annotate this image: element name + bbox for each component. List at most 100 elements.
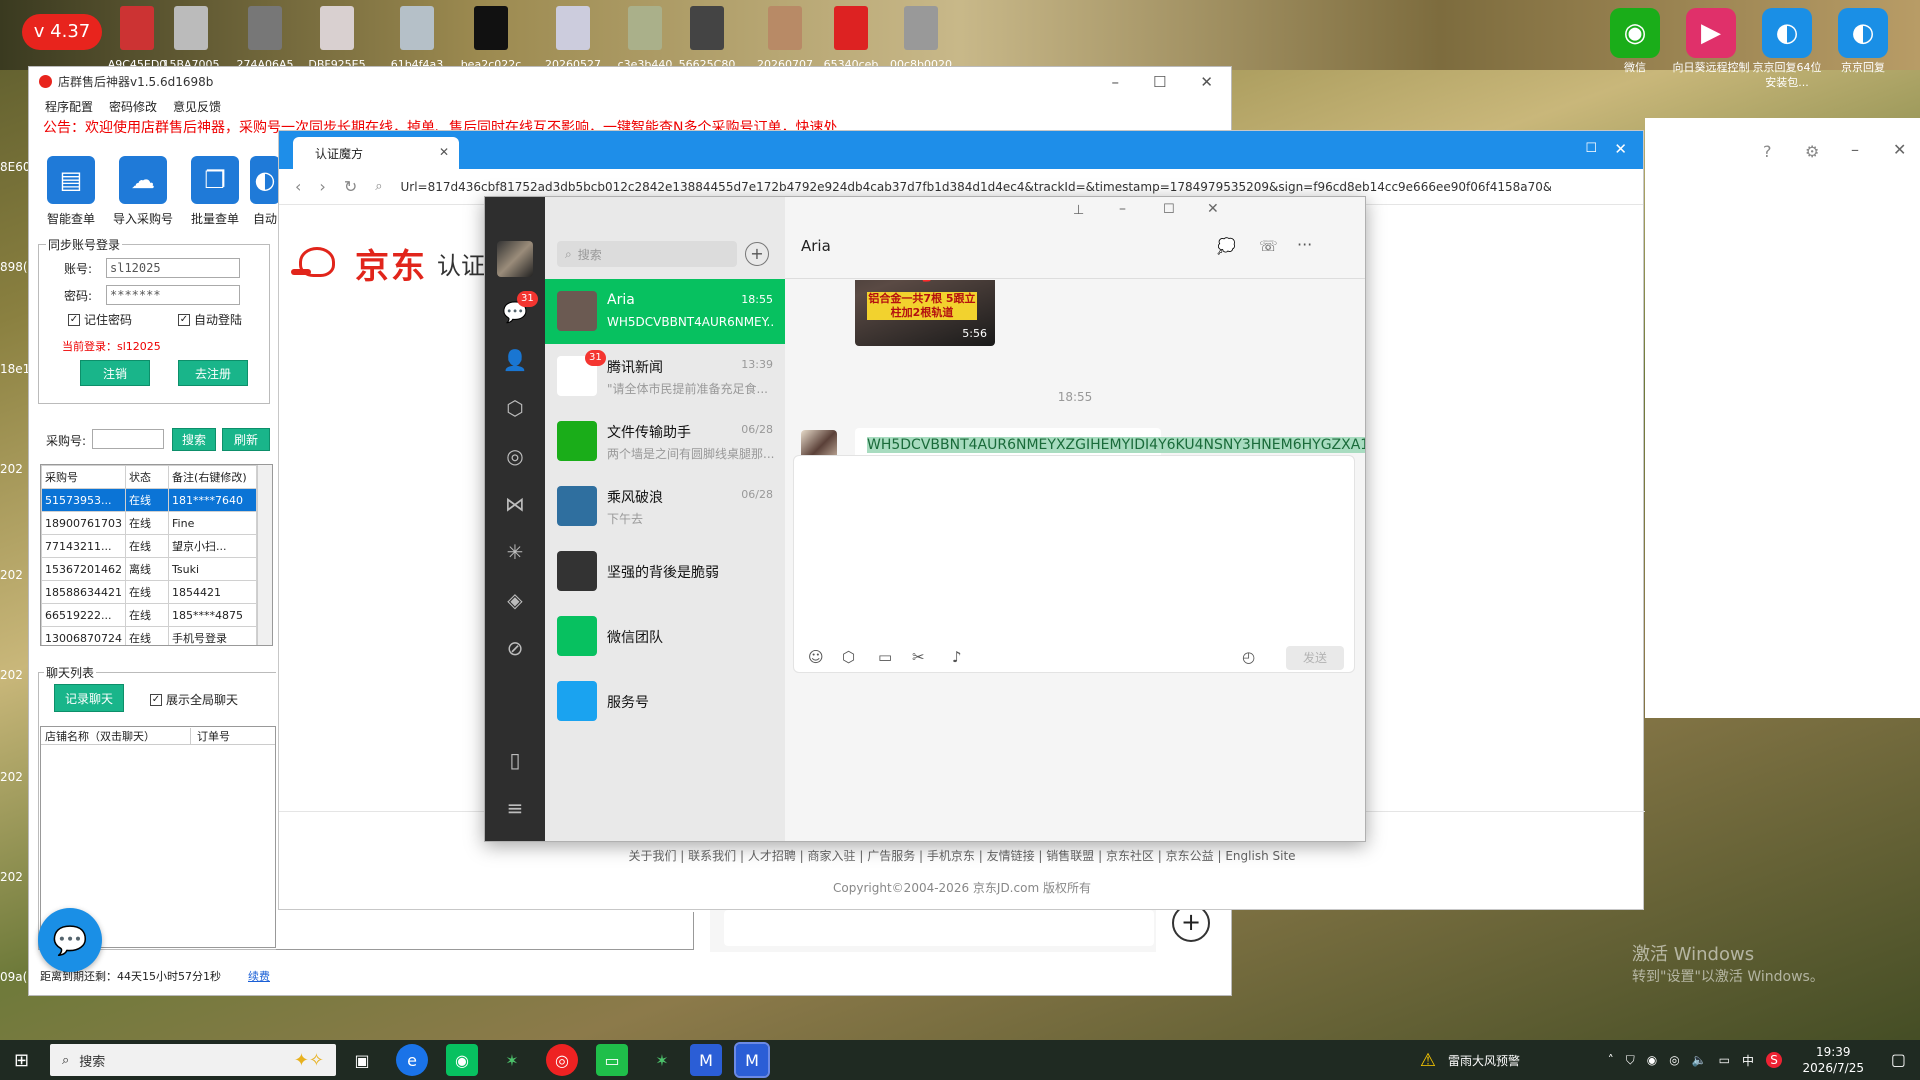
batch-query-button[interactable]: ❐ 批量查单 (182, 156, 248, 227)
url-field[interactable]: Url=817d436cbf81752ad3db5bcb012c2842e138… (401, 180, 1551, 194)
desktop-file-thumbnail[interactable] (690, 6, 724, 50)
import-account-button[interactable]: ☁ 导入采购号 (110, 156, 176, 227)
edge-icon[interactable]: e (396, 1044, 428, 1076)
chat-list-item[interactable]: 31 腾讯新闻 13:39 "请全体市民提前准备充足食... (545, 344, 785, 409)
moments-icon[interactable]: ◎ (500, 441, 530, 471)
send-button[interactable]: 发送 (1286, 646, 1344, 670)
renew-link[interactable]: 续费 (248, 968, 270, 984)
voice-icon[interactable]: ♪ (952, 648, 962, 666)
sunflower-icon[interactable]: ▶ (1686, 8, 1736, 58)
show-global-chat-checkbox[interactable]: ✓ 展示全局聊天 (150, 691, 238, 708)
desktop-file-thumbnail[interactable] (628, 6, 662, 50)
account-search-input[interactable] (92, 429, 164, 449)
password-input[interactable] (106, 285, 240, 305)
menu-icon[interactable]: ≡ (500, 793, 530, 823)
footer-link[interactable]: 友情链接 (987, 849, 1035, 863)
call-icon[interactable]: ☏ (1259, 237, 1278, 255)
record-chat-button[interactable]: 记录聊天 (54, 684, 124, 712)
chevron-up-icon[interactable]: ˄ (1608, 1053, 1614, 1067)
menu-item-feedback[interactable]: 意见反馈 (173, 98, 221, 115)
footer-link[interactable]: 手机京东 (927, 849, 975, 863)
desktop-file-thumbnail[interactable] (768, 6, 802, 50)
settings-icon[interactable]: ⚙ (1805, 142, 1819, 161)
phone-icon[interactable]: ▯ (500, 745, 530, 775)
jd-reply-icon[interactable]: ◐ (1838, 8, 1888, 58)
close-icon[interactable]: ✕ (1207, 201, 1219, 217)
maximize-icon[interactable]: ☐ (1153, 73, 1166, 91)
voice-call-icon[interactable]: ◴ (1242, 648, 1255, 666)
accounts-table[interactable]: 采购号 状态 备注(右键修改) 51573953... 在线 181****7640 189… (40, 464, 273, 646)
maximize-icon[interactable]: ☐ (1163, 202, 1175, 217)
table-row[interactable]: 13006870724 在线 手机号登录 (41, 626, 257, 645)
table-row[interactable]: 18900761703 在线 Fine (41, 511, 257, 535)
footer-link[interactable]: 人才招聘 (748, 849, 796, 863)
folder-icon[interactable]: ▭ (878, 648, 892, 666)
minimize-icon[interactable]: – (1851, 140, 1859, 159)
sunflower-tray-icon[interactable]: ◎ (1669, 1053, 1679, 1067)
footer-link[interactable]: 广告服务 (867, 849, 915, 863)
desktop-file-thumbnail[interactable] (248, 6, 282, 50)
close-icon[interactable]: ✕ (1614, 140, 1627, 158)
favorites-icon[interactable]: ⬡ (500, 393, 530, 423)
desktop-file-thumbnail[interactable] (474, 6, 508, 50)
table-row[interactable]: 66519222... 在线 185****4875 (41, 603, 257, 627)
taskbar-search[interactable]: ⌕ 搜索 ✦✧ (50, 1044, 336, 1076)
table-row[interactable]: 18588634421 在线 1854421 (41, 580, 257, 604)
weather-alert[interactable]: ⚠ 雷雨大风预警 (1420, 1040, 1520, 1080)
message-input[interactable]: ☺ ⬡ ▭ ✂ ♪ ◴ 发送 (793, 455, 1355, 673)
footer-link[interactable]: 商家入驻 (808, 849, 856, 863)
chat-list-item[interactable]: 微信团队 (545, 604, 785, 669)
desktop-file-thumbnail[interactable] (834, 6, 868, 50)
chat-list-item[interactable]: 坚强的背後是脆弱 (545, 539, 785, 604)
app-red-icon[interactable]: ◎ (546, 1044, 578, 1076)
table-row[interactable]: 51573953... 在线 181****7640 (41, 488, 257, 512)
emoji-icon[interactable]: ☺ (808, 648, 824, 666)
notification-icon[interactable]: ▢ (1891, 1050, 1906, 1069)
auto-button[interactable]: ◐ 自动 (250, 156, 280, 227)
contacts-icon[interactable]: 👤 (500, 345, 530, 375)
menu-item-password[interactable]: 密码修改 (109, 98, 157, 115)
chat-app-icon[interactable]: ▭ (596, 1044, 628, 1076)
footer-link[interactable]: 京东公益 (1166, 849, 1214, 863)
desktop-file-thumbnail[interactable] (400, 6, 434, 50)
m-app-icon[interactable]: M (734, 1042, 770, 1078)
network-icon[interactable]: ▭ (1719, 1053, 1730, 1067)
video-message[interactable]: 1号 铝合金一共7根 5跟立柱加2根轨道 5:56 (855, 280, 995, 346)
chat-list-item[interactable]: 文件传输助手 06/28 两个墙是之间有圆脚线桌腿那... (545, 409, 785, 474)
back-icon[interactable]: ‹ (295, 177, 301, 196)
more-icon[interactable]: ··· (1297, 235, 1312, 254)
pin-icon[interactable]: ⊥ (1073, 203, 1084, 218)
reload-icon[interactable]: ↻ (344, 177, 357, 196)
clock[interactable]: 19:39 2026/7/25 (1802, 1044, 1864, 1076)
app-star-icon[interactable]: ✶ (496, 1044, 528, 1076)
search-button[interactable]: 搜索 (172, 428, 216, 451)
search-input[interactable]: ⌕ 搜索 (557, 241, 737, 267)
table-scrollbar[interactable] (257, 465, 272, 645)
desktop-file-thumbnail[interactable] (904, 6, 938, 50)
close-icon[interactable]: ✕ (1200, 73, 1213, 91)
refresh-button[interactable]: 刷新 (222, 428, 270, 451)
smart-query-button[interactable]: ▤ 智能查单 (38, 156, 104, 227)
wechat-tray-icon[interactable]: ◉ (1647, 1053, 1657, 1067)
s-app-tray-icon[interactable]: S (1766, 1052, 1782, 1068)
jd-reply-icon[interactable]: ◐ (1762, 8, 1812, 58)
desktop-file-thumbnail[interactable] (556, 6, 590, 50)
channels-icon[interactable]: ⋈ (500, 489, 530, 519)
footer-link[interactable]: 联系我们 (688, 849, 736, 863)
logout-button[interactable]: 注销 (80, 360, 150, 386)
footer-link[interactable]: 销售联盟 (1046, 849, 1094, 863)
input-field[interactable] (724, 910, 1154, 946)
favorites-icon[interactable]: ⬡ (842, 648, 855, 666)
register-button[interactable]: 去注册 (178, 360, 248, 386)
footer-link[interactable]: 关于我们 (628, 849, 676, 863)
account-input[interactable] (106, 258, 240, 278)
wechat-icon[interactable]: ◉ (1610, 8, 1660, 58)
task-view-icon[interactable]: ▣ (346, 1044, 378, 1076)
remember-password-checkbox[interactable]: ✓ 记住密码 (68, 311, 132, 328)
chat-options-icon[interactable]: 💭 (1217, 237, 1236, 255)
avatar[interactable] (497, 241, 533, 277)
chat-list-item[interactable]: 乘风破浪 06/28 下午去 (545, 474, 785, 539)
shield-icon[interactable]: ⛉ (1626, 1053, 1635, 1068)
m-app-icon[interactable]: M (690, 1044, 722, 1076)
auto-login-checkbox[interactable]: ✓ 自动登陆 (178, 311, 242, 328)
